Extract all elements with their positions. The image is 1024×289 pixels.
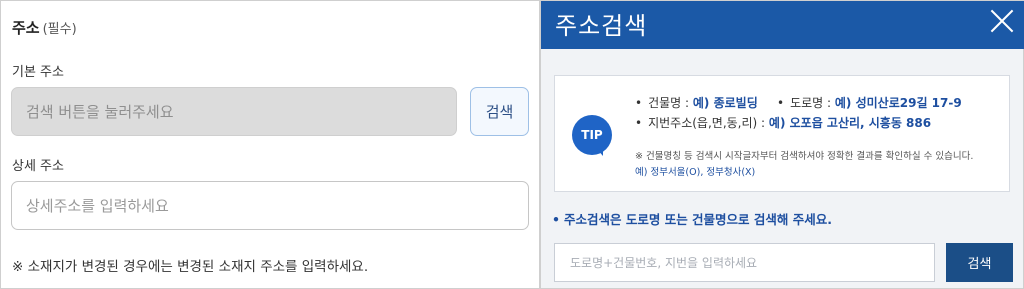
required-marker: (필수) [42, 22, 77, 37]
detail-address-label: 상세 주소 [12, 159, 64, 174]
tip-badge: TIP [572, 115, 612, 156]
basic-address-input[interactable]: 검색 버튼을 눌러주세요 [11, 87, 457, 136]
tip-note: ※ 건물명칭 등 검색시 시작글자부터 검색하셔야 정확한 결과를 확인하실 수… [635, 151, 974, 162]
tip-line-road: • 도로명 : 예) 성미산로29길 17-9 [777, 96, 962, 110]
tip-line-lot: • 지번주소(읍,면,동,리) : 예) 오포읍 고산리, 시흥동 886 [635, 116, 932, 130]
address-search-popup: 주소검색 TIP • 건물명 : 예) 종로빌딩 • 도로명 : 예) 성미산로29… [540, 0, 1024, 289]
address-section-title: 주소 (필수) [12, 17, 77, 38]
close-icon[interactable] [988, 7, 1016, 35]
popup-search-button[interactable]: 검색 [946, 243, 1013, 282]
basic-address-label: 기본 주소 [12, 65, 64, 80]
section-title-text: 주소 [12, 19, 40, 37]
detail-address-placeholder: 상세주소를 입력하세요 [26, 197, 169, 215]
tip-box: TIP • 건물명 : 예) 종로빌딩 • 도로명 : 예) 성미산로29길 17-… [554, 75, 1010, 192]
address-form-panel: 주소 (필수) 기본 주소 검색 버튼을 눌러주세요 검색 상세 주소 상세주소를… [0, 0, 540, 289]
popup-search-input[interactable]: 도로명+건물번호, 지번을 입력하세요 [554, 243, 935, 282]
popup-search-placeholder: 도로명+건물번호, 지번을 입력하세요 [570, 256, 758, 270]
basic-address-placeholder: 검색 버튼을 눌러주세요 [26, 103, 174, 121]
address-search-button[interactable]: 검색 [470, 87, 529, 136]
address-change-note: ※ 소재지가 변경된 경우에는 변경된 소재지 주소를 입력하세요. [12, 259, 369, 275]
tip-line-building: • 건물명 : 예) 종로빌딩 [635, 96, 758, 110]
detail-address-input[interactable]: 상세주소를 입력하세요 [11, 181, 529, 230]
popup-header: 주소검색 [541, 1, 1024, 49]
tip-example: 예) 정부서울(O), 정부청사(X) [635, 167, 756, 178]
popup-title: 주소검색 [555, 12, 648, 40]
search-guide: • 주소검색은 도로명 또는 건물명으로 검색해 주세요. [552, 212, 833, 227]
